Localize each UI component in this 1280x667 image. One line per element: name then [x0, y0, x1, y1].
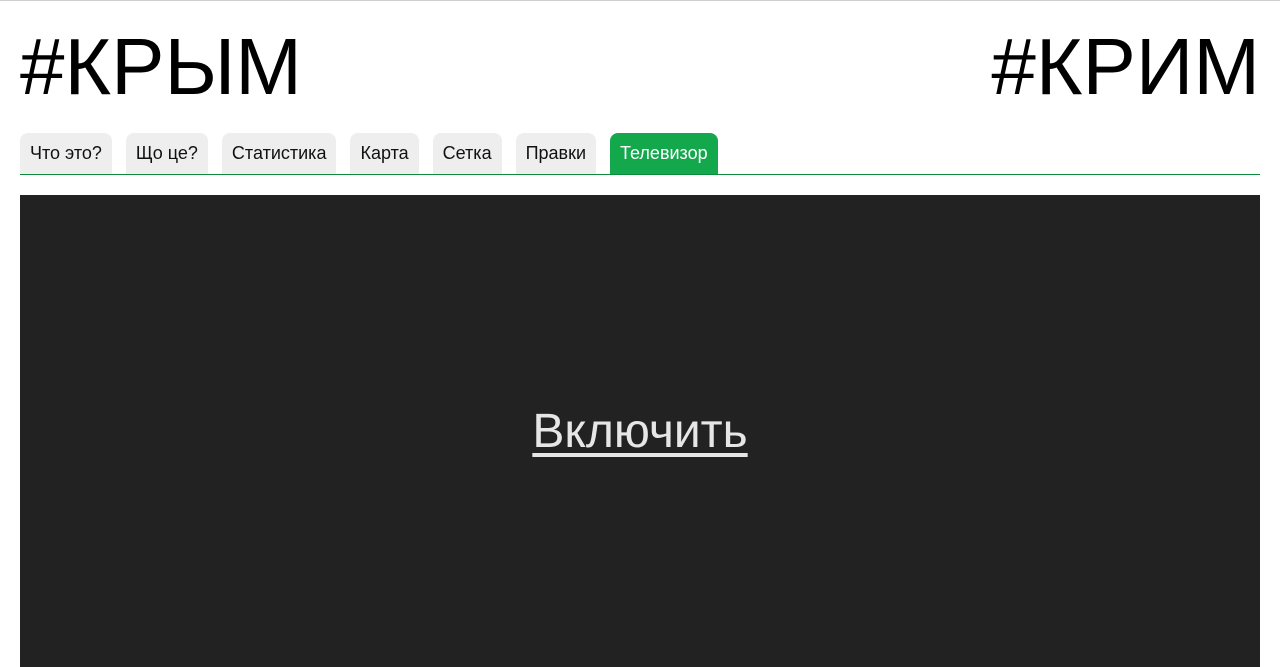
tv-panel: Включить — [20, 195, 1260, 667]
tab-grid[interactable]: Сетка — [432, 133, 502, 174]
title-right: #КРИМ — [991, 22, 1260, 111]
header: #КРЫМ #КРИМ — [20, 17, 1260, 117]
page: #КРЫМ #КРИМ Что это? Що це? Статистика К… — [0, 0, 1280, 667]
tab-tv[interactable]: Телевизор — [610, 133, 718, 174]
tab-map[interactable]: Карта — [350, 133, 419, 174]
tab-what-is-it-ru[interactable]: Что это? — [20, 133, 112, 174]
title-left: #КРЫМ — [20, 22, 302, 111]
enable-tv-link[interactable]: Включить — [532, 404, 747, 459]
tab-edits[interactable]: Правки — [515, 133, 597, 174]
tabs-bar: Что это? Що це? Статистика Карта Сетка П… — [20, 133, 1260, 175]
tab-what-is-it-ua[interactable]: Що це? — [125, 133, 208, 174]
tab-statistics[interactable]: Статистика — [221, 133, 337, 174]
